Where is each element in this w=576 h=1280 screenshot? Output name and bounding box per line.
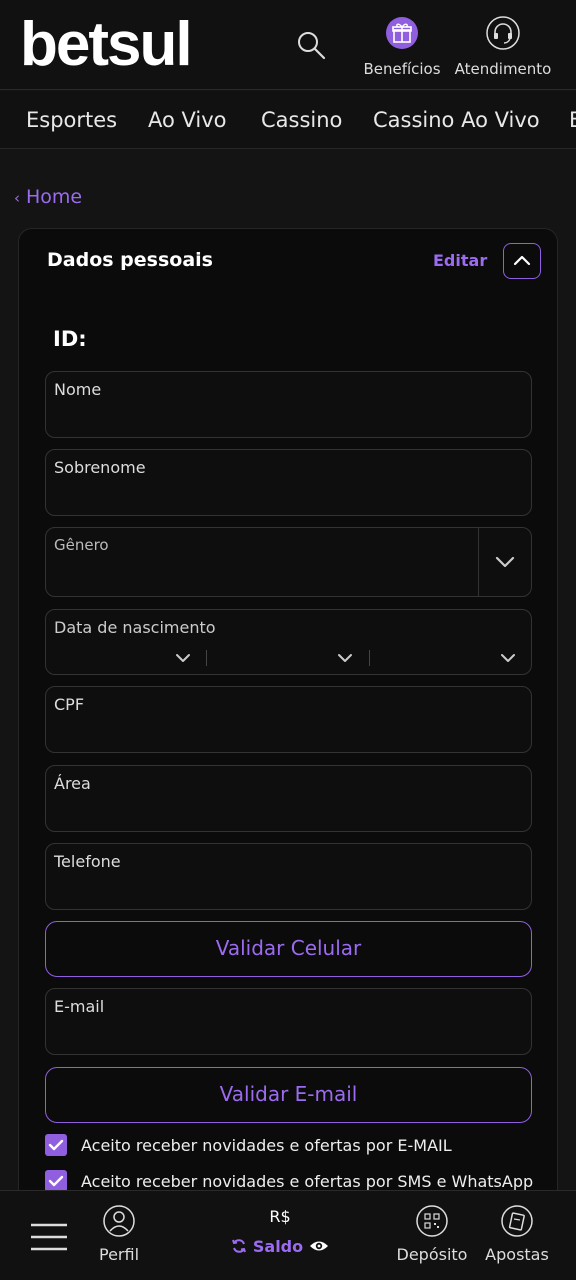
nome-label: Nome bbox=[54, 380, 102, 399]
personal-data-card: Dados pessoais Editar ID: Nome Sobrenome… bbox=[18, 228, 558, 1228]
collapse-button[interactable] bbox=[503, 243, 541, 279]
refresh-icon[interactable] bbox=[231, 1238, 247, 1254]
perfil-label: Perfil bbox=[98, 1245, 140, 1264]
validar-email-button[interactable]: Validar E-mail bbox=[45, 1067, 532, 1123]
checkmark-icon bbox=[48, 1139, 64, 1151]
eye-icon[interactable] bbox=[309, 1238, 329, 1254]
chevron-up-icon bbox=[513, 255, 531, 266]
top-header: betsul Benefícios Atendimento bbox=[0, 0, 576, 90]
card-title: Dados pessoais bbox=[47, 249, 213, 271]
email-label: E-mail bbox=[54, 997, 105, 1016]
date-divider bbox=[369, 650, 370, 666]
select-divider bbox=[478, 528, 479, 596]
chevron-down-icon bbox=[501, 654, 515, 662]
checkbox-email-label: Aceito receber novidades e ofertas por E… bbox=[81, 1136, 452, 1155]
saldo-row: Saldo bbox=[230, 1237, 330, 1256]
checkbox-sms-label: Aceito receber novidades e ofertas por S… bbox=[81, 1172, 534, 1191]
nome-field[interactable]: Nome bbox=[45, 371, 532, 438]
nascimento-field: Data de nascimento bbox=[45, 609, 532, 675]
area-field[interactable]: Área bbox=[45, 765, 532, 832]
nav-item-esportes[interactable]: Esportes bbox=[26, 108, 117, 132]
sobrenome-label: Sobrenome bbox=[54, 458, 146, 477]
ano-select[interactable] bbox=[371, 646, 531, 674]
saldo-label: Saldo bbox=[252, 1237, 304, 1256]
category-nav: Esportes Ao Vivo Cassino Cassino Ao Vivo… bbox=[0, 91, 576, 149]
breadcrumb-home[interactable]: Home bbox=[26, 186, 82, 208]
currency-label: R$ bbox=[269, 1207, 291, 1226]
bottom-nav: Perfil R$ Saldo Depósito Apostas bbox=[0, 1190, 576, 1280]
date-divider bbox=[206, 650, 207, 666]
email-field[interactable]: E-mail bbox=[45, 988, 532, 1055]
dia-select[interactable] bbox=[46, 646, 206, 674]
validar-celular-button[interactable]: Validar Celular bbox=[45, 921, 532, 977]
genero-label: Gênero bbox=[54, 536, 109, 554]
menu-icon[interactable] bbox=[30, 1223, 68, 1251]
nav-item-ao-vivo[interactable]: Ao Vivo bbox=[148, 108, 227, 132]
checkbox-sms[interactable] bbox=[45, 1170, 67, 1192]
id-label: ID: bbox=[53, 327, 87, 351]
deposito-label: Depósito bbox=[396, 1245, 468, 1264]
cpf-field[interactable]: CPF bbox=[45, 686, 532, 753]
saldo-widget[interactable]: R$ Saldo bbox=[230, 1207, 330, 1256]
chevron-left-icon: ‹ bbox=[14, 189, 20, 207]
nascimento-label: Data de nascimento bbox=[54, 618, 216, 637]
beneficios-button[interactable]: Benefícios bbox=[360, 16, 444, 78]
telefone-label: Telefone bbox=[54, 852, 121, 871]
qr-code-icon bbox=[416, 1205, 448, 1237]
search-icon[interactable] bbox=[296, 30, 326, 60]
nav-item-more[interactable]: E bbox=[569, 108, 576, 132]
edit-link[interactable]: Editar bbox=[433, 251, 487, 270]
headset-icon bbox=[486, 16, 520, 50]
area-label: Área bbox=[54, 774, 91, 793]
nav-item-cassino[interactable]: Cassino bbox=[261, 108, 342, 132]
checkmark-icon bbox=[48, 1175, 64, 1187]
apostas-button[interactable]: Apostas bbox=[484, 1205, 550, 1264]
mes-select[interactable] bbox=[208, 646, 368, 674]
deposito-button[interactable]: Depósito bbox=[396, 1205, 468, 1264]
atendimento-label: Atendimento bbox=[454, 60, 552, 78]
checkbox-email[interactable] bbox=[45, 1134, 67, 1156]
user-icon bbox=[103, 1205, 135, 1237]
beneficios-label: Benefícios bbox=[363, 60, 441, 78]
ticket-icon bbox=[501, 1205, 533, 1237]
perfil-button[interactable]: Perfil bbox=[92, 1205, 146, 1264]
cpf-label: CPF bbox=[54, 695, 85, 714]
breadcrumb[interactable]: ‹ Home bbox=[14, 186, 82, 208]
nav-item-cassino-ao-vivo[interactable]: Cassino Ao Vivo bbox=[373, 108, 540, 132]
brand-logo[interactable]: betsul bbox=[20, 12, 193, 78]
atendimento-button[interactable]: Atendimento bbox=[452, 16, 554, 78]
chevron-down-icon bbox=[495, 556, 515, 568]
apostas-label: Apostas bbox=[485, 1245, 549, 1264]
chevron-down-icon bbox=[176, 654, 190, 662]
telefone-field[interactable]: Telefone bbox=[45, 843, 532, 910]
genero-select[interactable]: Gênero bbox=[45, 527, 532, 597]
gift-icon bbox=[386, 17, 418, 49]
sobrenome-field[interactable]: Sobrenome bbox=[45, 449, 532, 516]
chevron-down-icon bbox=[338, 654, 352, 662]
